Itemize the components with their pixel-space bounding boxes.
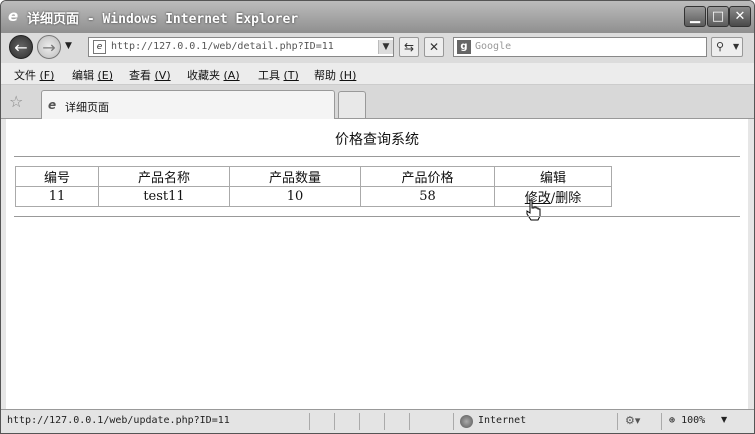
status-divider [661, 413, 662, 430]
menu-edit[interactable]: 编辑 (E) [72, 67, 113, 83]
security-zone: Internet [478, 415, 527, 426]
status-divider [309, 413, 310, 430]
refresh-button[interactable]: ⇆ [399, 37, 419, 57]
table-row: 11 test11 10 58 修改/删除 [15, 186, 612, 207]
menu-file[interactable]: 文件 (F) [14, 67, 54, 83]
hand-cursor-icon [526, 199, 541, 221]
zoom-dropdown[interactable]: ▼ [721, 415, 727, 424]
address-bar[interactable]: e http://127.0.0.1/web/detail.php?ID=11 … [88, 37, 394, 57]
delete-link[interactable]: 删除 [555, 191, 581, 206]
status-divider [617, 413, 618, 430]
status-divider [359, 413, 360, 430]
divider-top [14, 156, 740, 157]
status-divider [409, 413, 410, 430]
zoom-icon: ⊕ [669, 415, 676, 426]
header-edit: 编辑 [494, 166, 612, 187]
tab-bar: ☆ e 详细页面 [1, 85, 754, 119]
address-text[interactable]: http://127.0.0.1/web/detail.php?ID=11 [111, 41, 334, 52]
page-content: 价格查询系统 编号 产品名称 产品数量 产品价格 编辑 11 test11 10… [6, 119, 748, 409]
cell-name: test11 [98, 186, 230, 207]
title-bar: e 详细页面 - Windows Internet Explorer ▁ □ ✕ [1, 1, 754, 33]
maximize-button[interactable]: □ [707, 6, 729, 27]
favorites-star-icon[interactable]: ☆ [9, 92, 23, 111]
cell-quantity: 10 [229, 186, 361, 207]
status-divider [384, 413, 385, 430]
menu-tools[interactable]: 工具 (T) [258, 67, 299, 83]
forward-button[interactable]: → [37, 35, 61, 59]
cell-edit: 修改/删除 [494, 186, 612, 207]
status-url: http://127.0.0.1/web/update.php?ID=11 [7, 415, 230, 426]
cell-price: 58 [360, 186, 495, 207]
history-dropdown[interactable]: ▼ [65, 41, 72, 51]
cell-id: 11 [15, 186, 99, 207]
menu-bar: 文件 (F) 编辑 (E) 查看 (V) 收藏夹 (A) 工具 (T) 帮助 (… [1, 63, 754, 85]
forward-arrow-icon: → [42, 38, 56, 57]
header-price: 产品价格 [360, 166, 495, 187]
search-input[interactable]: Google [475, 41, 511, 52]
tab-detail-page[interactable]: e 详细页面 [41, 90, 335, 119]
back-button[interactable]: ← [9, 35, 33, 59]
menu-view[interactable]: 查看 (V) [129, 67, 171, 83]
security-icon[interactable]: ⚙▾ [625, 414, 640, 427]
menu-help[interactable]: 帮助 (H) [314, 67, 356, 83]
status-divider [334, 413, 335, 430]
search-button[interactable]: ⚲ ▼ [711, 37, 743, 57]
price-table: 编号 产品名称 产品数量 产品价格 编辑 11 test11 10 58 修改/… [15, 166, 612, 207]
window-title: 详细页面 - Windows Internet Explorer [27, 12, 299, 27]
header-name: 产品名称 [98, 166, 230, 187]
tab-label: 详细页面 [65, 101, 109, 114]
status-bar: http://127.0.0.1/web/update.php?ID=11 In… [1, 409, 754, 433]
back-arrow-icon: ← [14, 38, 28, 57]
minimize-button[interactable]: ▁ [684, 6, 706, 27]
header-quantity: 产品数量 [229, 166, 361, 187]
search-options-dropdown[interactable]: ▼ [733, 38, 739, 56]
table-header-row: 编号 产品名称 产品数量 产品价格 编辑 [15, 166, 612, 187]
close-button[interactable]: ✕ [729, 6, 751, 27]
globe-icon [460, 415, 473, 428]
google-icon: g [457, 40, 471, 54]
browser-window: e 详细页面 - Windows Internet Explorer ▁ □ ✕… [0, 0, 755, 434]
search-magnifier-icon: ⚲ [716, 40, 725, 53]
stop-button[interactable]: ✕ [424, 37, 444, 57]
ie-logo-icon: e [8, 7, 19, 25]
zoom-level[interactable]: ⊕ 100% [669, 415, 705, 426]
refresh-icon: ⇆ [403, 40, 415, 54]
ie-logo-icon: e [48, 98, 57, 112]
header-id: 编号 [15, 166, 99, 187]
menu-favorites[interactable]: 收藏夹 (A) [187, 67, 240, 83]
address-dropdown[interactable]: ▼ [378, 40, 393, 54]
page-title: 价格查询系统 [335, 132, 419, 148]
new-tab-button[interactable] [338, 91, 366, 118]
stop-icon: ✕ [428, 40, 440, 54]
status-divider [453, 413, 454, 430]
search-box[interactable]: g Google [453, 37, 707, 57]
divider-bottom [14, 216, 740, 217]
page-icon: e [93, 40, 106, 54]
